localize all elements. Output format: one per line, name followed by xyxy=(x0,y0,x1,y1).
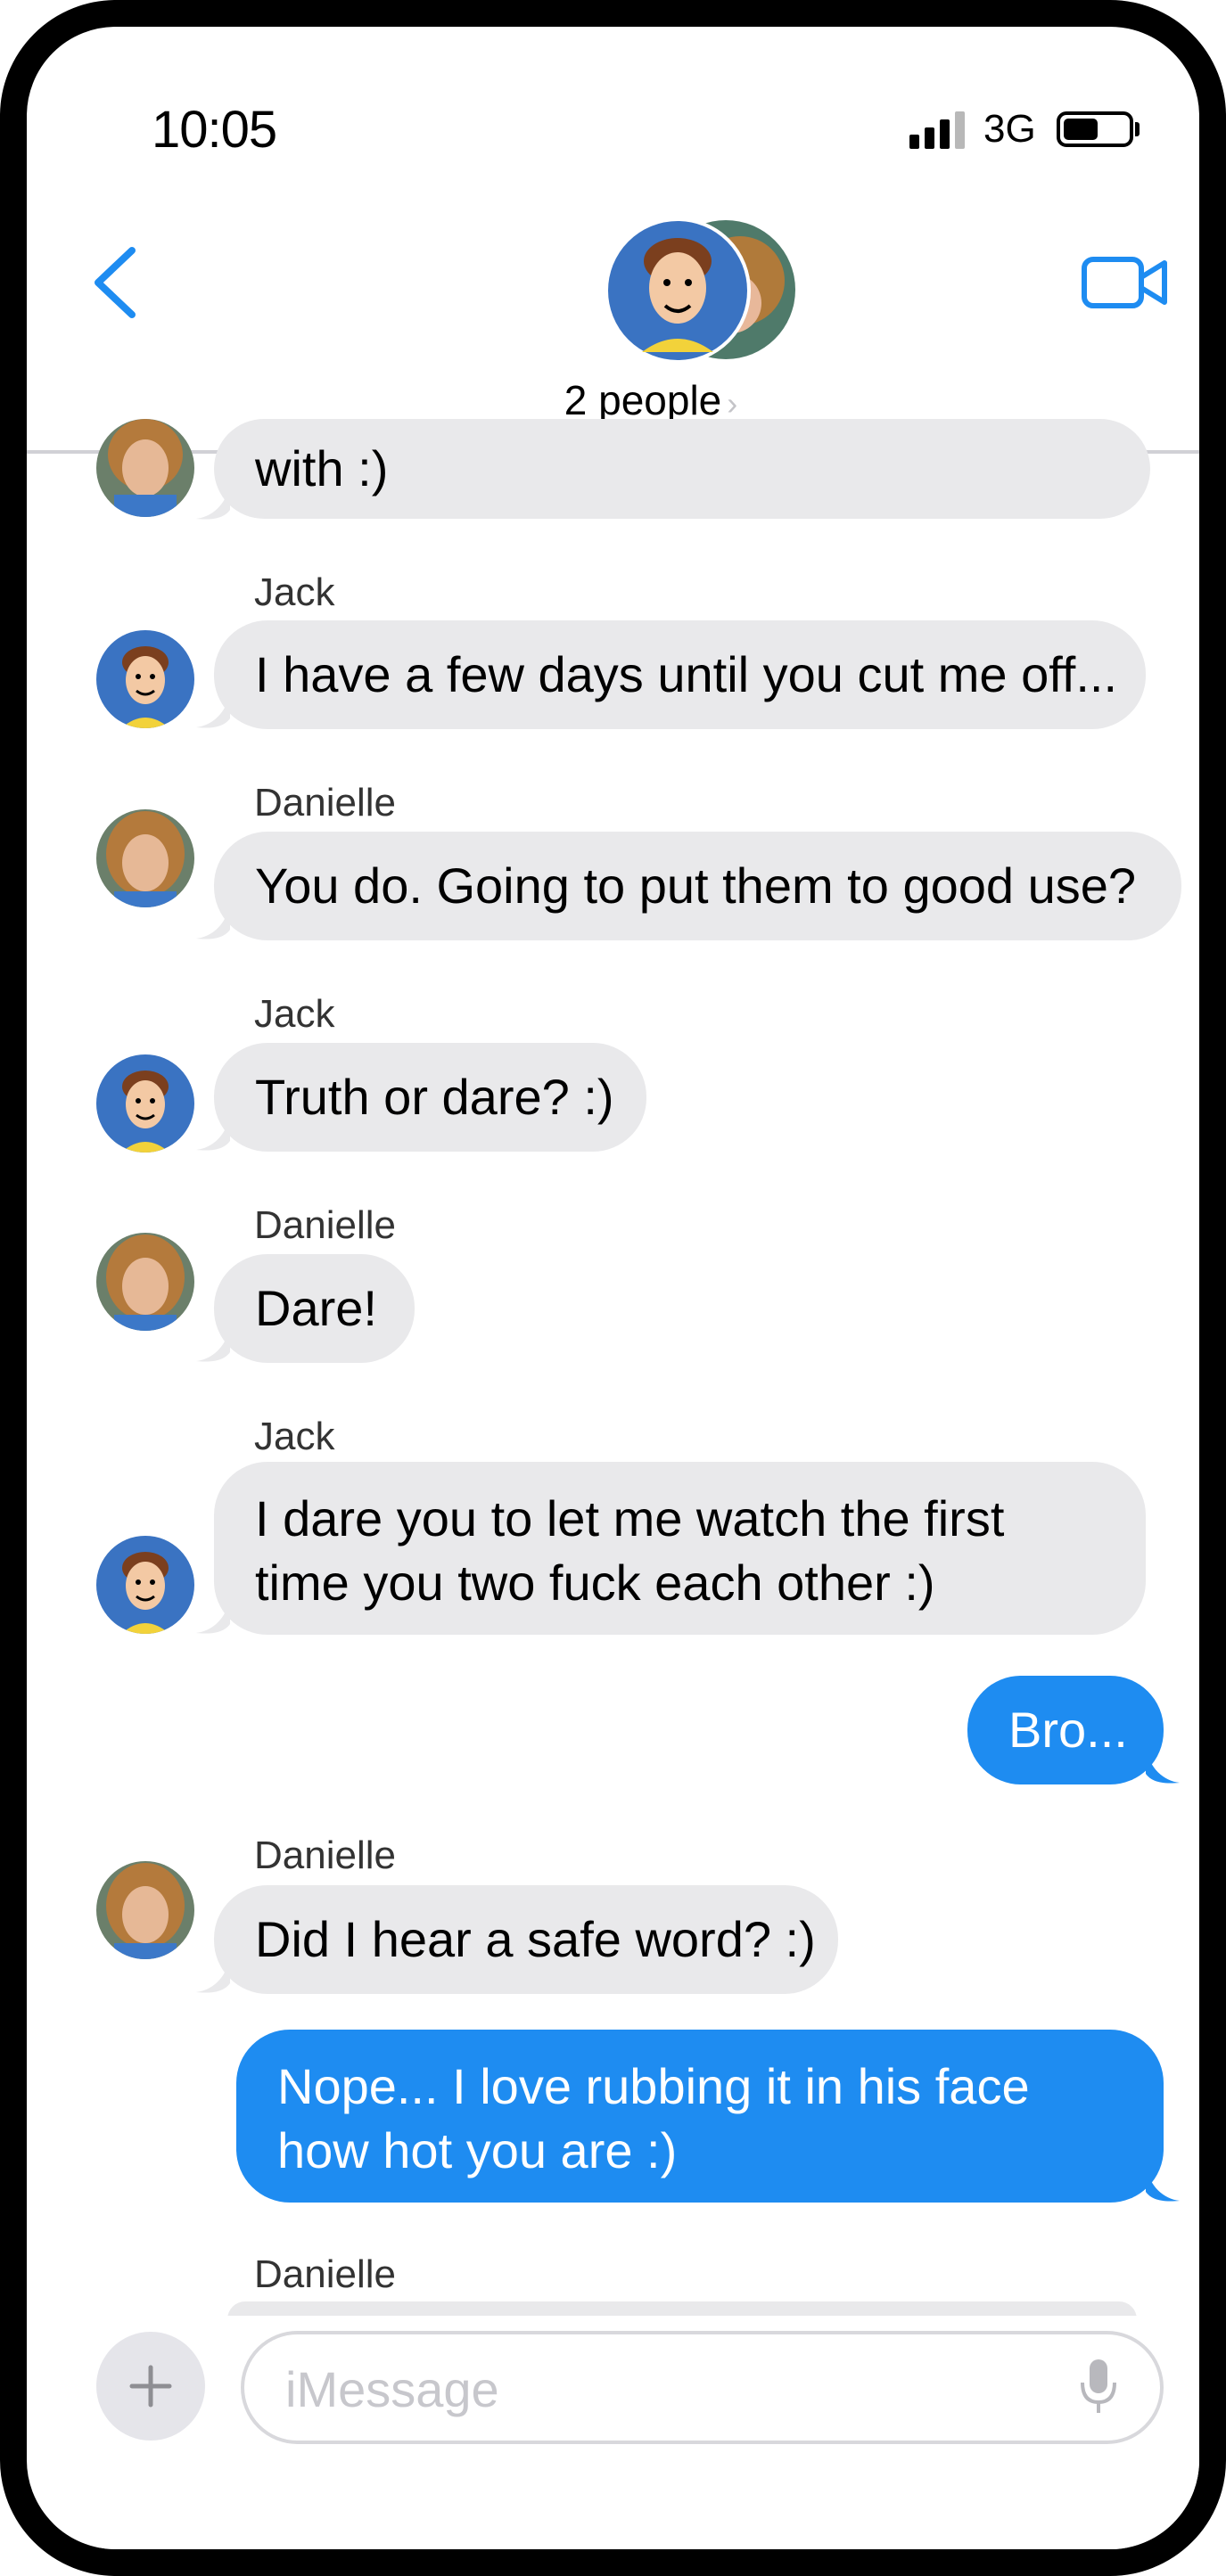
message-bubble[interactable]: I have a few days until you cut me off..… xyxy=(214,620,1146,729)
message-bubble-outgoing[interactable]: Bro... xyxy=(967,1676,1164,1784)
bubble-tail xyxy=(1146,1747,1180,1784)
sender-name: Danielle xyxy=(254,2252,396,2296)
message-text: I dare you to let me watch the first tim… xyxy=(255,1490,1005,1611)
message-bubble[interactable]: Did I hear a safe word? :) xyxy=(214,1885,838,1994)
avatar-jack xyxy=(96,1536,194,1634)
bubble-tail xyxy=(196,692,230,728)
message-text: Dare! xyxy=(255,1280,377,1336)
bubble-tail xyxy=(1146,2165,1180,2202)
sender-name: Jack xyxy=(254,992,335,1036)
message-text: Bro... xyxy=(1008,1702,1128,1758)
message-text: You do. Going to put them to good use? xyxy=(255,857,1137,914)
sender-name: Jack xyxy=(254,1415,335,1458)
cellular-signal-icon xyxy=(909,111,965,149)
bubble-tail xyxy=(196,483,230,520)
sender-name: Jack xyxy=(254,570,335,614)
microphone-icon[interactable] xyxy=(1079,2358,1118,2416)
message-text: Truth or dare? :) xyxy=(255,1069,614,1125)
bubble-tail xyxy=(196,1957,230,1993)
avatar-jack xyxy=(96,630,194,728)
message-text: I have a few days until you cut me off..… xyxy=(255,646,1118,702)
avatar-danielle xyxy=(96,1861,194,1959)
avatar-danielle xyxy=(96,1233,194,1331)
sender-name: Danielle xyxy=(254,781,396,824)
message-input-container[interactable] xyxy=(241,2331,1164,2444)
group-people-label: 2 people xyxy=(564,377,722,423)
sender-name: Danielle xyxy=(254,1203,396,1247)
group-avatar[interactable] xyxy=(606,218,797,363)
phone-frame: 10:05 3G 2 people › with:) Jack I have … xyxy=(0,0,1226,2576)
chevron-left-icon[interactable] xyxy=(89,245,143,320)
avatar-danielle xyxy=(96,809,194,907)
message-text: Did I hear a safe word? :) xyxy=(255,1911,816,1967)
message-bubble[interactable]: Dare! xyxy=(214,1254,415,1363)
message-text: Nope... I love rubbing it in his face ho… xyxy=(277,2058,1030,2178)
bubble-tail xyxy=(196,1597,230,1634)
group-name-button[interactable]: 2 people › xyxy=(544,376,758,424)
sender-name: Danielle xyxy=(254,1834,396,1877)
bubble-tail xyxy=(196,903,230,939)
video-camera-icon[interactable] xyxy=(1081,254,1170,311)
chevron-right-icon: › xyxy=(727,385,738,422)
message-bubble[interactable]: with :) xyxy=(214,419,1150,519)
network-type: 3G xyxy=(983,107,1036,151)
message-bubble[interactable]: I dare you to let me watch the first tim… xyxy=(214,1462,1146,1635)
battery-icon xyxy=(1057,111,1133,147)
battery-tip xyxy=(1135,122,1140,136)
message-input[interactable] xyxy=(284,2354,1054,2424)
bubble-tail xyxy=(196,1114,230,1151)
plus-icon xyxy=(129,2365,172,2408)
bubble-tail xyxy=(196,1325,230,1362)
message-bubble[interactable]: Truth or dare? :) xyxy=(214,1043,646,1152)
message-bubble-outgoing[interactable]: Nope... I love rubbing it in his face ho… xyxy=(236,2030,1164,2203)
avatar-jack xyxy=(96,1054,194,1153)
add-attachment-button[interactable] xyxy=(96,2332,205,2441)
avatar-danielle xyxy=(96,419,194,517)
status-time: 10:05 xyxy=(152,101,277,159)
message-bubble[interactable]: You do. Going to put them to good use? xyxy=(214,832,1181,940)
message-text: with :) xyxy=(255,440,389,496)
